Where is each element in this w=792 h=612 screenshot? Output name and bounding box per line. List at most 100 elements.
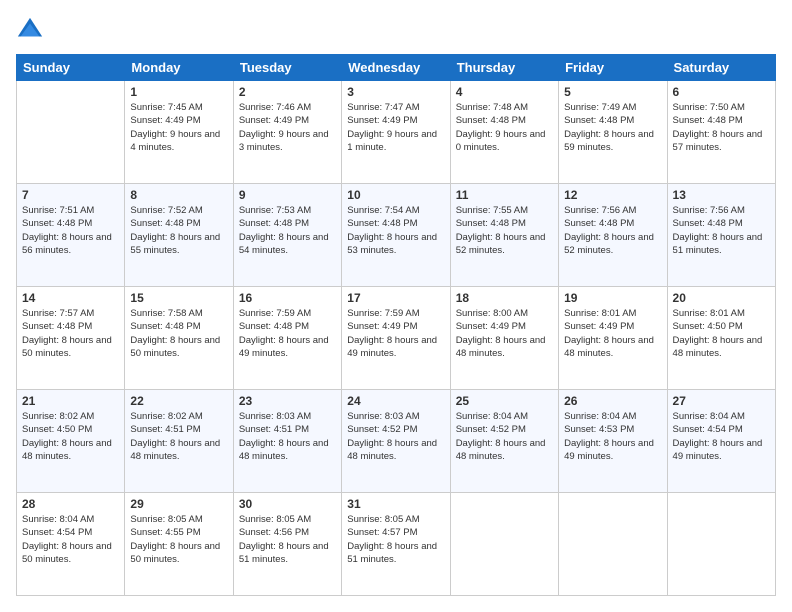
sunrise-text: Sunrise: 8:02 AM [130,411,202,422]
calendar-cell: 10 Sunrise: 7:54 AM Sunset: 4:48 PM Dayl… [342,184,450,287]
day-number: 11 [456,188,553,202]
sunset-text: Sunset: 4:49 PM [130,115,200,126]
calendar-cell: 25 Sunrise: 8:04 AM Sunset: 4:52 PM Dayl… [450,390,558,493]
day-number: 19 [564,291,661,305]
sunset-text: Sunset: 4:48 PM [564,115,634,126]
day-info: Sunrise: 7:54 AM Sunset: 4:48 PM Dayligh… [347,204,444,257]
daylight-text: Daylight: 8 hours and 50 minutes. [22,541,112,565]
daylight-text: Daylight: 8 hours and 48 minutes. [347,438,437,462]
daylight-text: Daylight: 8 hours and 50 minutes. [130,335,220,359]
sunrise-text: Sunrise: 8:00 AM [456,308,528,319]
calendar-cell: 13 Sunrise: 7:56 AM Sunset: 4:48 PM Dayl… [667,184,775,287]
day-number: 6 [673,85,770,99]
sunset-text: Sunset: 4:57 PM [347,527,417,538]
sunrise-text: Sunrise: 7:59 AM [347,308,419,319]
day-info: Sunrise: 8:00 AM Sunset: 4:49 PM Dayligh… [456,307,553,360]
day-number: 22 [130,394,227,408]
calendar-cell: 27 Sunrise: 8:04 AM Sunset: 4:54 PM Dayl… [667,390,775,493]
sunset-text: Sunset: 4:50 PM [673,321,743,332]
sunrise-text: Sunrise: 7:57 AM [22,308,94,319]
sunset-text: Sunset: 4:51 PM [130,424,200,435]
day-number: 17 [347,291,444,305]
sunset-text: Sunset: 4:54 PM [22,527,92,538]
sunrise-text: Sunrise: 8:01 AM [673,308,745,319]
day-number: 7 [22,188,119,202]
day-info: Sunrise: 7:56 AM Sunset: 4:48 PM Dayligh… [673,204,770,257]
sunrise-text: Sunrise: 8:04 AM [22,514,94,525]
day-number: 15 [130,291,227,305]
calendar-cell: 21 Sunrise: 8:02 AM Sunset: 4:50 PM Dayl… [17,390,125,493]
calendar-cell: 11 Sunrise: 7:55 AM Sunset: 4:48 PM Dayl… [450,184,558,287]
col-header-tuesday: Tuesday [233,55,341,81]
sunset-text: Sunset: 4:49 PM [347,115,417,126]
calendar-week-5: 28 Sunrise: 8:04 AM Sunset: 4:54 PM Dayl… [17,493,776,596]
daylight-text: Daylight: 8 hours and 54 minutes. [239,232,329,256]
day-info: Sunrise: 8:02 AM Sunset: 4:51 PM Dayligh… [130,410,227,463]
sunrise-text: Sunrise: 7:50 AM [673,102,745,113]
day-info: Sunrise: 7:57 AM Sunset: 4:48 PM Dayligh… [22,307,119,360]
sunrise-text: Sunrise: 8:03 AM [347,411,419,422]
calendar-week-4: 21 Sunrise: 8:02 AM Sunset: 4:50 PM Dayl… [17,390,776,493]
day-number: 21 [22,394,119,408]
header [16,16,776,44]
daylight-text: Daylight: 8 hours and 48 minutes. [564,335,654,359]
sunrise-text: Sunrise: 7:53 AM [239,205,311,216]
day-info: Sunrise: 7:55 AM Sunset: 4:48 PM Dayligh… [456,204,553,257]
daylight-text: Daylight: 8 hours and 50 minutes. [130,541,220,565]
sunset-text: Sunset: 4:49 PM [347,321,417,332]
day-number: 8 [130,188,227,202]
daylight-text: Daylight: 8 hours and 49 minutes. [673,438,763,462]
sunrise-text: Sunrise: 7:47 AM [347,102,419,113]
calendar-table: SundayMondayTuesdayWednesdayThursdayFrid… [16,54,776,596]
sunset-text: Sunset: 4:48 PM [456,218,526,229]
calendar-cell [667,493,775,596]
day-info: Sunrise: 8:01 AM Sunset: 4:50 PM Dayligh… [673,307,770,360]
calendar-cell: 19 Sunrise: 8:01 AM Sunset: 4:49 PM Dayl… [559,287,667,390]
daylight-text: Daylight: 8 hours and 50 minutes. [22,335,112,359]
day-number: 31 [347,497,444,511]
daylight-text: Daylight: 9 hours and 4 minutes. [130,129,220,153]
day-number: 24 [347,394,444,408]
sunset-text: Sunset: 4:55 PM [130,527,200,538]
calendar-cell: 12 Sunrise: 7:56 AM Sunset: 4:48 PM Dayl… [559,184,667,287]
daylight-text: Daylight: 8 hours and 48 minutes. [673,335,763,359]
sunrise-text: Sunrise: 8:03 AM [239,411,311,422]
sunset-text: Sunset: 4:48 PM [239,218,309,229]
day-number: 14 [22,291,119,305]
calendar-cell: 24 Sunrise: 8:03 AM Sunset: 4:52 PM Dayl… [342,390,450,493]
calendar-cell: 29 Sunrise: 8:05 AM Sunset: 4:55 PM Dayl… [125,493,233,596]
day-info: Sunrise: 7:51 AM Sunset: 4:48 PM Dayligh… [22,204,119,257]
daylight-text: Daylight: 8 hours and 49 minutes. [239,335,329,359]
calendar-cell [450,493,558,596]
calendar-cell: 2 Sunrise: 7:46 AM Sunset: 4:49 PM Dayli… [233,81,341,184]
col-header-saturday: Saturday [667,55,775,81]
sunset-text: Sunset: 4:48 PM [673,218,743,229]
sunrise-text: Sunrise: 8:04 AM [564,411,636,422]
sunrise-text: Sunrise: 8:05 AM [347,514,419,525]
sunrise-text: Sunrise: 7:56 AM [564,205,636,216]
day-number: 5 [564,85,661,99]
daylight-text: Daylight: 8 hours and 52 minutes. [564,232,654,256]
day-number: 2 [239,85,336,99]
sunrise-text: Sunrise: 7:51 AM [22,205,94,216]
sunrise-text: Sunrise: 7:52 AM [130,205,202,216]
sunrise-text: Sunrise: 8:05 AM [130,514,202,525]
day-number: 3 [347,85,444,99]
day-info: Sunrise: 8:03 AM Sunset: 4:51 PM Dayligh… [239,410,336,463]
sunset-text: Sunset: 4:53 PM [564,424,634,435]
day-number: 26 [564,394,661,408]
day-info: Sunrise: 7:47 AM Sunset: 4:49 PM Dayligh… [347,101,444,154]
day-info: Sunrise: 7:53 AM Sunset: 4:48 PM Dayligh… [239,204,336,257]
sunrise-text: Sunrise: 8:04 AM [673,411,745,422]
calendar-week-3: 14 Sunrise: 7:57 AM Sunset: 4:48 PM Dayl… [17,287,776,390]
calendar-cell: 14 Sunrise: 7:57 AM Sunset: 4:48 PM Dayl… [17,287,125,390]
sunset-text: Sunset: 4:48 PM [239,321,309,332]
daylight-text: Daylight: 8 hours and 48 minutes. [456,335,546,359]
day-info: Sunrise: 8:04 AM Sunset: 4:54 PM Dayligh… [22,513,119,566]
col-header-sunday: Sunday [17,55,125,81]
sunset-text: Sunset: 4:48 PM [673,115,743,126]
sunrise-text: Sunrise: 8:01 AM [564,308,636,319]
daylight-text: Daylight: 8 hours and 53 minutes. [347,232,437,256]
day-number: 23 [239,394,336,408]
sunset-text: Sunset: 4:49 PM [456,321,526,332]
